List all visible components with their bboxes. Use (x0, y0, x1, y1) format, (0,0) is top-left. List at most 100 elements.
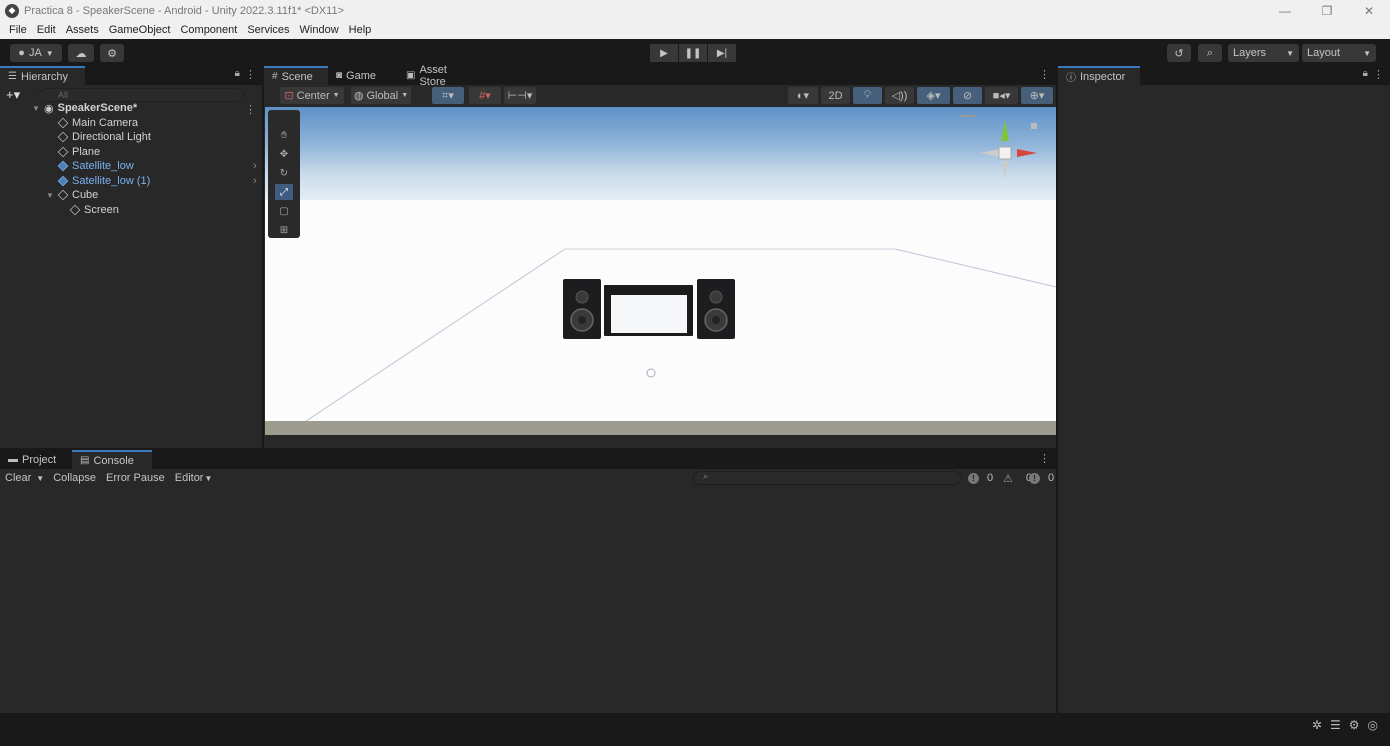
log-icon: ! (968, 472, 979, 484)
tab-scene[interactable]: # Scene (264, 66, 328, 85)
audio-icon: ◁)) (891, 90, 908, 102)
menu-gameobject[interactable]: GameObject (104, 24, 176, 36)
cloud-button[interactable]: ☁ (68, 44, 94, 62)
scene-viewport[interactable]: ✋︎ ✥ ↻ ⤢ ▢ ⊞ (265, 107, 1056, 435)
debug-icon[interactable]: ✲ (1312, 718, 1322, 732)
tab-game[interactable]: ◙ Game (328, 66, 398, 85)
scene-root-row[interactable]: ▼ ◉ SpeakerScene* (32, 101, 137, 115)
hand-tool-button[interactable]: ✋︎ (275, 127, 293, 143)
speaker-right[interactable] (697, 279, 735, 339)
gizmos-dropdown[interactable]: ⊕▾ (1021, 87, 1053, 104)
progress-icon[interactable]: ⚙ (1349, 718, 1360, 732)
log-count-toggle[interactable]: ! 0 (968, 471, 998, 485)
chevron-right-icon[interactable]: › (253, 175, 257, 187)
error-pause-button[interactable]: Error Pause (101, 472, 170, 484)
step-button[interactable]: ▶| (708, 44, 736, 62)
rect-icon: ▢ (279, 205, 289, 217)
lock-icon[interactable]: 🔒︎ (235, 68, 240, 79)
editor-dropdown[interactable]: Editor (170, 472, 205, 484)
move-tool-button[interactable]: ✥ (275, 146, 293, 162)
clear-button[interactable]: Clear (0, 472, 36, 484)
toggle-2d-button[interactable]: 2D (821, 87, 850, 104)
console-search-input[interactable]: ⌕ (693, 471, 961, 485)
hidden-objects-toggle[interactable]: ⊘ (953, 87, 982, 104)
transform-tool-button[interactable]: ⊞ (275, 222, 293, 238)
kebab-menu-icon[interactable]: ⋮ (1039, 452, 1050, 465)
kebab-menu-icon[interactable]: ⋮ (245, 68, 256, 81)
hierarchy-item-main-camera[interactable]: Main Camera (57, 116, 138, 130)
item-label: Plane (72, 146, 101, 158)
cache-server-icon[interactable]: ☰ (1330, 718, 1341, 732)
chevron-down-icon[interactable]: ▼ (204, 474, 212, 483)
account-dropdown[interactable]: ● JA ▼ (10, 44, 62, 62)
add-object-button[interactable]: +▾ (6, 87, 20, 103)
tab-inspector[interactable]: ⓘ Inspector (1058, 66, 1140, 85)
layout-dropdown[interactable]: Layout ▼ (1302, 44, 1376, 62)
kebab-menu-icon[interactable]: ⋮ (1373, 68, 1384, 81)
layers-label: Layers (1233, 47, 1267, 59)
screen-cube[interactable] (604, 285, 693, 336)
hierarchy-item-satellite-low[interactable]: Satellite_low (57, 159, 134, 173)
hierarchy-item-cube[interactable]: ▼ Cube (46, 188, 98, 202)
overlay-handle[interactable] (275, 112, 293, 116)
light-gizmo-icon[interactable] (646, 368, 656, 378)
collab-status-icon[interactable]: ◎ (1368, 718, 1378, 732)
collab-button[interactable]: ⚙ (100, 44, 124, 62)
grid-snap-button[interactable]: ⌗▾ (432, 87, 464, 104)
maximize-button[interactable]: ❐ (1306, 0, 1348, 21)
hierarchy-item-directional-light[interactable]: Directional Light (57, 130, 151, 144)
hierarchy-search-input[interactable]: All (39, 88, 244, 102)
collapse-button[interactable]: Collapse (48, 472, 101, 484)
space-global-dropdown[interactable]: ◍ Global ▼ (351, 87, 411, 104)
kebab-menu-icon[interactable]: ⋮ (1039, 68, 1050, 81)
scene-kebab-icon[interactable]: ⋮ (245, 103, 256, 116)
play-button[interactable]: ▶ (650, 44, 678, 62)
speaker-left[interactable] (563, 279, 601, 339)
tab-console[interactable]: ▤ Console (72, 450, 152, 469)
close-button[interactable]: ✕ (1348, 0, 1390, 21)
menu-services[interactable]: Services (242, 24, 294, 36)
transform-tools-overlay: ✋︎ ✥ ↻ ⤢ ▢ ⊞ (268, 110, 300, 238)
plane-edge-right (894, 248, 1056, 288)
history-button[interactable]: ↺ (1167, 44, 1191, 62)
item-label: Screen (84, 204, 119, 216)
rect-tool-button[interactable]: ▢ (275, 203, 293, 219)
chevron-right-icon[interactable]: › (253, 160, 257, 172)
fold-arrow-icon[interactable]: ▼ (32, 104, 40, 113)
menu-help[interactable]: Help (344, 24, 377, 36)
scene-orientation-gizmo[interactable] (959, 115, 1037, 178)
menu-window[interactable]: Window (295, 24, 344, 36)
increment-snap-button[interactable]: ⊢⊣▾ (504, 87, 536, 104)
search-button[interactable]: ⌕ (1198, 44, 1222, 62)
menu-edit[interactable]: Edit (32, 24, 61, 36)
grid-icon: # (272, 71, 278, 82)
fold-arrow-icon[interactable]: ▼ (46, 191, 54, 200)
menu-file[interactable]: File (4, 24, 32, 36)
hierarchy-item-plane[interactable]: Plane (57, 145, 101, 159)
error-count-toggle[interactable]: ! 0 (1029, 471, 1059, 485)
lock-icon[interactable]: 🔒︎ (1363, 68, 1368, 79)
effects-dropdown[interactable]: ◈▾ (917, 87, 950, 104)
tab-hierarchy[interactable]: ☰ Hierarchy (0, 66, 85, 85)
menu-assets[interactable]: Assets (61, 24, 104, 36)
tab-asset-store[interactable]: ▣ Asset Store (398, 64, 484, 88)
tab-project[interactable]: ▬ Project (0, 450, 72, 469)
audio-toggle-button[interactable]: ◁)) (885, 87, 914, 104)
hierarchy-item-screen[interactable]: Screen (69, 203, 119, 217)
minimize-button[interactable]: — (1264, 0, 1306, 21)
item-label: Directional Light (72, 131, 151, 143)
grid-visibility-button[interactable]: #▾ (469, 87, 501, 104)
lighting-toggle-button[interactable]: 💡︎ (853, 87, 882, 104)
search-icon: ⌕ (703, 471, 709, 481)
pause-button[interactable]: ❚❚ (679, 44, 707, 62)
shading-icon: ◐▾ (796, 90, 810, 102)
pivot-center-dropdown[interactable]: ⊡ Center ▼ (280, 87, 344, 104)
scale-tool-button[interactable]: ⤢ (275, 184, 293, 200)
hierarchy-item-satellite-low-1[interactable]: Satellite_low (1) (57, 174, 150, 188)
camera-settings-dropdown[interactable]: ■◂▾ (985, 87, 1018, 104)
rotate-tool-button[interactable]: ↻ (275, 165, 293, 181)
clear-options-dropdown[interactable]: ▼ (36, 474, 48, 483)
layers-dropdown[interactable]: Layers ▼ (1228, 44, 1299, 62)
menu-component[interactable]: Component (175, 24, 242, 36)
draw-mode-dropdown[interactable]: ◐▾ (788, 87, 818, 104)
